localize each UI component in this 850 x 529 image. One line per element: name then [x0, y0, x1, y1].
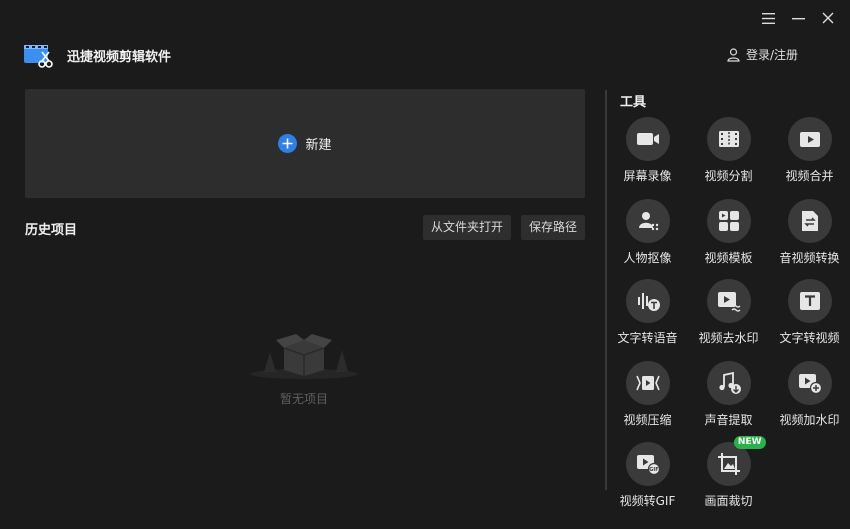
tool-label: 视频加水印: [779, 413, 840, 427]
tool-crop[interactable]: NEW 画面裁切: [688, 436, 769, 509]
tool-label: 屏幕录像: [623, 169, 672, 183]
music-extract-icon: [706, 361, 751, 405]
tool-label: 视频模板: [704, 251, 753, 265]
tool-person-matting[interactable]: 人物抠像: [607, 199, 688, 266]
open-from-folder-button[interactable]: 从文件夹打开: [423, 215, 512, 240]
person-matting-icon: [625, 199, 670, 243]
login-button[interactable]: 登录/注册: [727, 46, 798, 63]
window-controls: [760, 10, 836, 26]
new-badge: NEW: [733, 436, 766, 449]
close-icon[interactable]: [820, 10, 836, 26]
text-to-speech-icon: [625, 279, 670, 323]
tool-video-to-gif[interactable]: GIF 视频转GIF: [607, 442, 688, 509]
tool-text-to-speech[interactable]: 文字转语音: [607, 279, 688, 346]
tool-add-watermark[interactable]: 视频加水印: [769, 361, 850, 428]
crop-icon: NEW: [706, 436, 766, 486]
plus-icon: [278, 134, 298, 153]
tool-video-split[interactable]: 视频分割: [688, 117, 769, 184]
user-icon: [727, 47, 740, 62]
tool-screen-record[interactable]: 屏幕录像: [607, 117, 688, 184]
template-icon: [706, 199, 751, 243]
tool-av-convert[interactable]: 音视频转换: [769, 199, 850, 266]
tool-remove-watermark[interactable]: 视频去水印: [688, 279, 769, 346]
tool-label: 音视频转换: [779, 251, 840, 265]
film-split-icon: [706, 117, 751, 161]
tools-title: 工具: [620, 95, 647, 110]
tool-label: 人物抠像: [623, 251, 672, 265]
tool-label: 声音提取: [704, 413, 753, 427]
tool-label: 视频压缩: [623, 413, 672, 427]
empty-label: 暂无项目: [279, 392, 328, 406]
save-path-button[interactable]: 保存路径: [521, 215, 586, 240]
tool-video-merge[interactable]: 视频合并: [769, 117, 850, 184]
remove-watermark-icon: [706, 279, 751, 323]
login-label: 登录/注册: [746, 48, 799, 62]
tool-video-compress[interactable]: 视频压缩: [607, 361, 688, 428]
tool-video-template[interactable]: 视频模板: [688, 199, 769, 266]
app-title: 迅捷视频剪辑软件: [67, 50, 172, 65]
tool-label: 文字转视频: [779, 331, 840, 345]
add-watermark-icon: [787, 361, 832, 405]
camera-icon: [625, 117, 670, 161]
convert-file-icon: [787, 199, 832, 243]
tool-label: 视频合并: [785, 169, 834, 183]
menu-icon[interactable]: [760, 10, 776, 26]
compress-icon: [625, 361, 670, 405]
tool-label: 画面裁切: [704, 494, 753, 508]
new-project-label: 新建: [305, 138, 332, 153]
text-to-video-icon: [787, 279, 832, 323]
video-play-icon: [787, 117, 832, 161]
tool-label: 视频去水印: [698, 331, 759, 345]
tool-label: 文字转语音: [617, 331, 678, 345]
empty-box-icon: [250, 334, 358, 379]
tool-audio-extract[interactable]: 声音提取: [688, 361, 769, 428]
svg-text:GIF: GIF: [649, 467, 658, 473]
minimize-icon[interactable]: [790, 10, 806, 26]
tool-label: 视频转GIF: [619, 494, 676, 508]
app-logo-icon: [23, 42, 53, 70]
empty-state: 暂无项目: [248, 328, 360, 407]
tool-label: 视频分割: [704, 169, 753, 183]
gif-icon: GIF: [625, 442, 670, 486]
new-project-button[interactable]: 新建: [25, 89, 585, 198]
tool-text-to-video[interactable]: 文字转视频: [769, 279, 850, 346]
history-title: 历史项目: [25, 223, 78, 238]
